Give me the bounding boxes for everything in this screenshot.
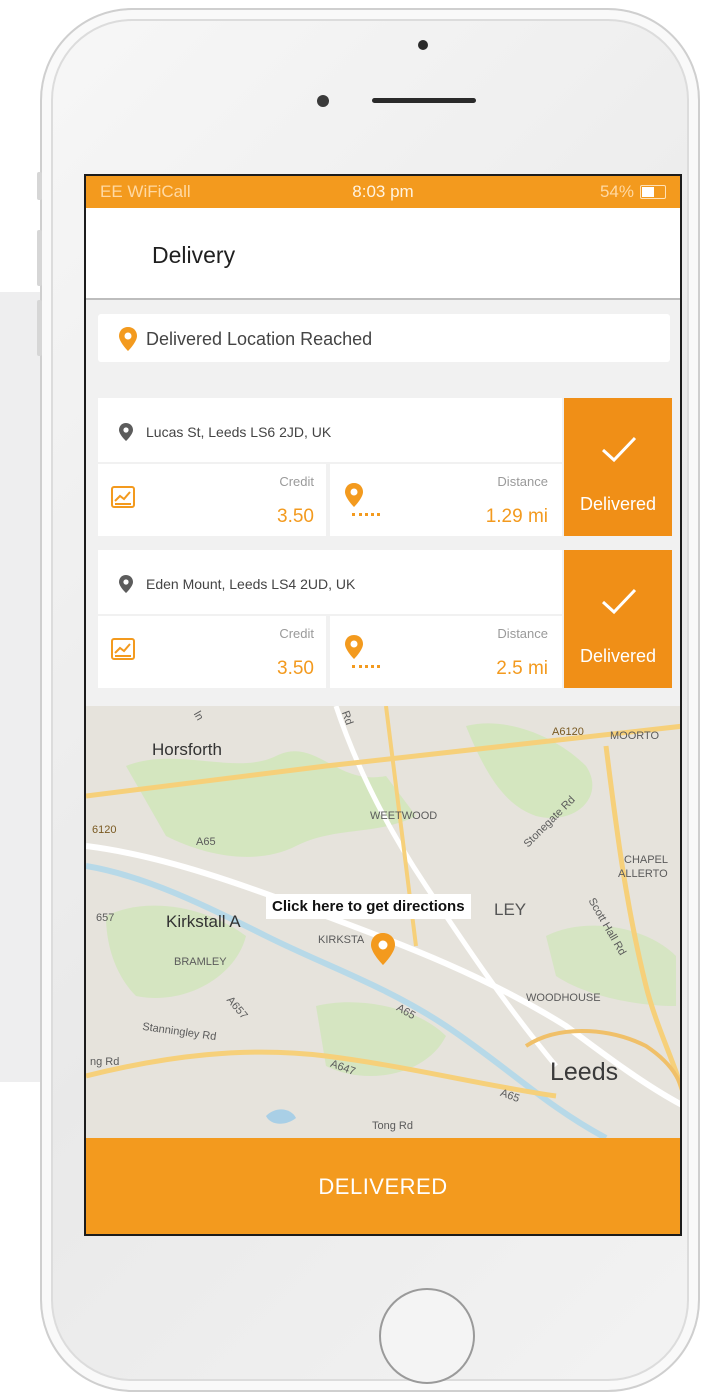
map-label: WEETWOOD xyxy=(370,810,438,822)
delivery-card: Lucas St, Leeds LS6 2JD, UK Credit 3.50 … xyxy=(98,398,672,536)
address-row: Lucas St, Leeds LS6 2JD, UK xyxy=(98,398,562,462)
distance-dots xyxy=(352,513,380,516)
location-reached-banner: Delivered Location Reached xyxy=(98,314,670,362)
distance-pin-icon xyxy=(344,482,364,513)
address-pin-icon xyxy=(118,574,134,599)
clock: 8:03 pm xyxy=(352,182,414,201)
address-row: Eden Mount, Leeds LS4 2UD, UK xyxy=(98,550,562,614)
map-label: A65 xyxy=(196,836,216,848)
map-label: Horsforth xyxy=(152,740,222,759)
credit-chart-icon xyxy=(110,484,136,515)
credit-value: 3.50 xyxy=(277,658,314,679)
battery-icon xyxy=(640,185,666,199)
map-label: LEY xyxy=(494,900,527,919)
credit-label: Credit xyxy=(279,626,314,641)
distance-label: Distance xyxy=(497,474,548,489)
distance-value: 2.5 mi xyxy=(496,658,548,679)
mute-switch xyxy=(37,172,42,200)
delivered-button[interactable]: DELIVERED xyxy=(86,1138,680,1234)
map-view[interactable]: Horsforth WEETWOOD A6120 MOORTO 6120 A65… xyxy=(86,706,680,1138)
credit-box: Credit 3.50 xyxy=(98,616,326,688)
credit-chart-icon xyxy=(110,636,136,667)
delivered-status-label: Delivered xyxy=(579,494,657,514)
credit-box: Credit 3.50 xyxy=(98,464,326,536)
page-title: Delivery xyxy=(152,242,236,268)
map-label: Leeds xyxy=(550,1058,619,1086)
map-label: ALLERTO xyxy=(618,868,668,880)
check-icon xyxy=(600,586,638,621)
delivery-stats: Credit 3.50 Distance 1.29 mi xyxy=(98,464,562,536)
delivered-button-label: DELIVERED xyxy=(318,1174,448,1199)
map-label: WOODHOUSE xyxy=(526,992,601,1004)
map-label: ng Rd xyxy=(90,1056,120,1068)
delivery-card: Eden Mount, Leeds LS4 2UD, UK Credit 3.5… xyxy=(98,550,672,688)
check-icon xyxy=(600,434,638,469)
delivered-status-button[interactable]: Delivered xyxy=(564,550,672,688)
distance-pin-icon xyxy=(344,634,364,665)
map-label: KIRKSTA xyxy=(318,934,365,946)
home-button[interactable] xyxy=(379,1288,475,1384)
delivery-address: Eden Mount, Leeds LS4 2UD, UK xyxy=(146,576,356,592)
status-bar: EE WiFiCall 8:03 pm 54% xyxy=(86,176,680,208)
address-pin-icon xyxy=(118,422,134,447)
location-pin-icon xyxy=(118,326,138,357)
battery-percent: 54% xyxy=(599,182,634,201)
delivery-stats: Credit 3.50 Distance 2.5 mi xyxy=(98,616,562,688)
map-label: BRAMLEY xyxy=(174,956,227,968)
get-directions-tooltip[interactable]: Click here to get directions xyxy=(266,894,471,919)
distance-box: Distance 2.5 mi xyxy=(330,616,562,688)
earpiece-speaker xyxy=(372,98,476,103)
app-header: Delivery xyxy=(86,208,680,300)
map-label: Tong Rd xyxy=(372,1120,413,1132)
credit-label: Credit xyxy=(279,474,314,489)
map-label: Kirkstall A xyxy=(166,912,241,931)
map-label: MOORTO xyxy=(610,730,660,742)
map-label: CHAPEL xyxy=(624,854,669,866)
camera-dot xyxy=(418,40,428,50)
delivered-status-label: Delivered xyxy=(579,646,657,666)
front-camera xyxy=(317,95,329,107)
volume-down-button xyxy=(37,300,42,356)
delivery-address: Lucas St, Leeds LS6 2JD, UK xyxy=(146,424,332,440)
credit-value: 3.50 xyxy=(277,506,314,527)
distance-dots xyxy=(352,665,380,668)
delivered-status-button[interactable]: Delivered xyxy=(564,398,672,536)
location-reached-text: Delivered Location Reached xyxy=(146,329,373,349)
distance-value: 1.29 mi xyxy=(485,506,548,527)
map-label: A6120 xyxy=(552,726,584,738)
distance-box: Distance 1.29 mi xyxy=(330,464,562,536)
app-screen: EE WiFiCall 8:03 pm 54% Delivery Deliver… xyxy=(84,174,682,1236)
distance-label: Distance xyxy=(497,626,548,641)
volume-up-button xyxy=(37,230,42,286)
map-label: 6120 xyxy=(92,824,117,836)
map-label: 657 xyxy=(96,912,115,924)
